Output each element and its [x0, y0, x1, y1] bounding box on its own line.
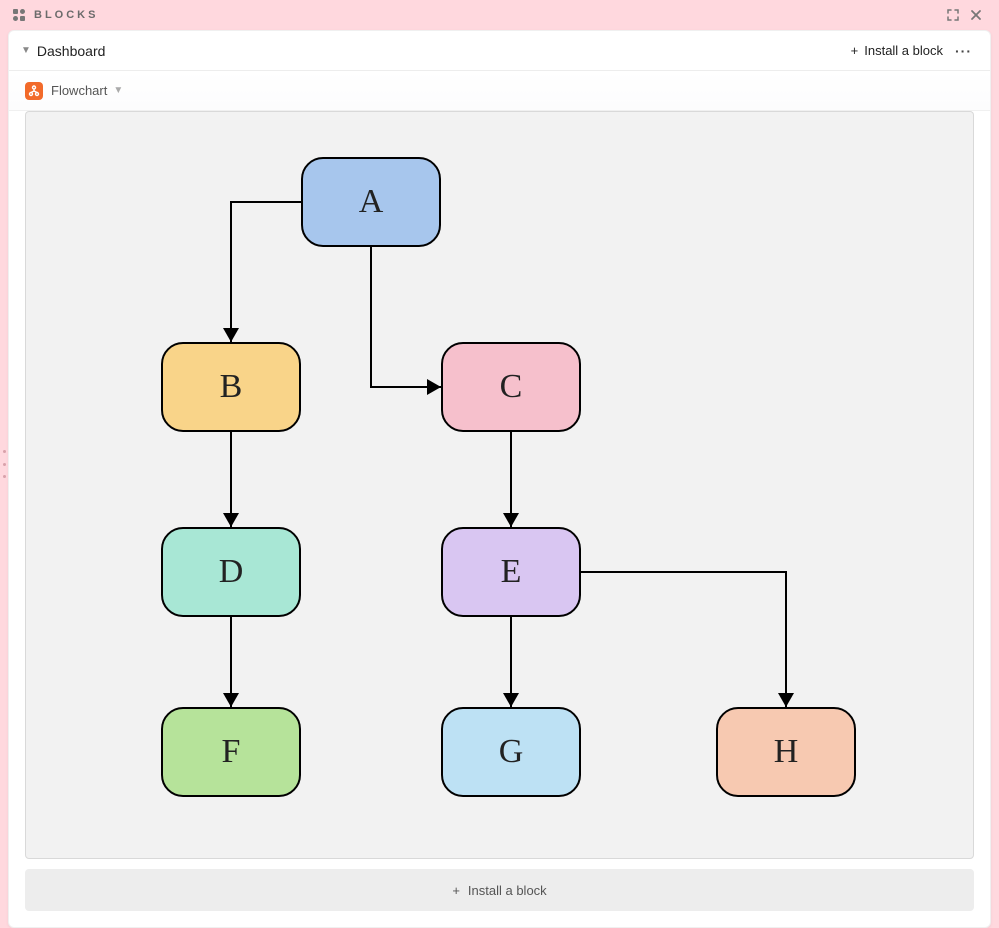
- app-title: BLOCKS: [34, 9, 98, 21]
- flow-node-label: A: [359, 183, 384, 221]
- collapse-chevron-icon[interactable]: ▼: [21, 45, 31, 56]
- app-titlebar: BLOCKS: [0, 0, 999, 30]
- flowchart-block-icon: [25, 82, 43, 100]
- panel-resize-grip[interactable]: [0, 450, 8, 478]
- flow-node-label: H: [774, 733, 799, 771]
- flow-node-label: C: [500, 368, 523, 406]
- plus-icon: +: [851, 43, 859, 58]
- flow-node-c[interactable]: C: [441, 342, 581, 432]
- flow-node-label: D: [219, 553, 244, 591]
- flow-node-h[interactable]: H: [716, 707, 856, 797]
- install-block-footer-label: Install a block: [468, 883, 547, 898]
- flow-node-label: G: [499, 733, 524, 771]
- dashboard-panel: ▼ Dashboard + Install a block ··· Flowch…: [8, 30, 991, 928]
- flowchart-canvas[interactable]: A B C D E F G H: [25, 111, 974, 859]
- more-menu-button[interactable]: ···: [949, 39, 978, 63]
- panel-header: ▼ Dashboard + Install a block ···: [9, 31, 990, 71]
- block-tab-chevron-icon: ▼: [113, 85, 123, 96]
- flow-node-label: E: [501, 553, 522, 591]
- block-tab-label: Flowchart: [51, 83, 107, 98]
- flow-node-d[interactable]: D: [161, 527, 301, 617]
- flow-node-b[interactable]: B: [161, 342, 301, 432]
- flow-node-e[interactable]: E: [441, 527, 581, 617]
- expand-icon[interactable]: [941, 3, 965, 27]
- panel-title: Dashboard: [37, 43, 106, 59]
- blocks-logo-icon: [12, 8, 26, 22]
- close-icon[interactable]: [965, 4, 987, 26]
- flow-node-label: B: [220, 368, 243, 406]
- flow-node-a[interactable]: A: [301, 157, 441, 247]
- install-block-label: Install a block: [864, 43, 943, 58]
- flow-node-label: F: [222, 733, 241, 771]
- install-block-footer-button[interactable]: + Install a block: [25, 869, 974, 911]
- block-tab[interactable]: Flowchart ▼: [9, 71, 990, 111]
- flow-node-g[interactable]: G: [441, 707, 581, 797]
- plus-icon: +: [452, 883, 460, 898]
- flow-node-f[interactable]: F: [161, 707, 301, 797]
- install-block-button[interactable]: + Install a block: [845, 39, 949, 62]
